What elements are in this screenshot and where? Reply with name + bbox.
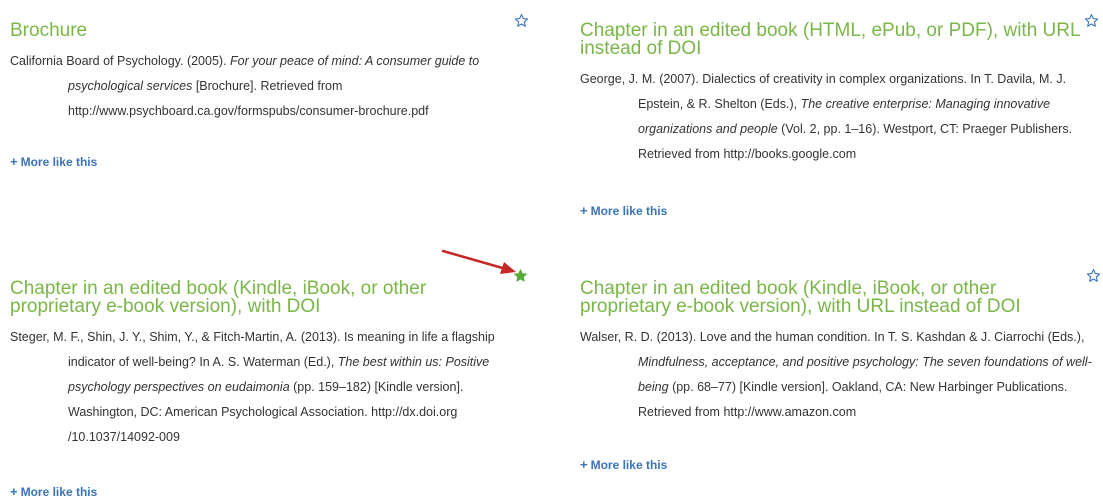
citation-details: (pp. 68–77) [Kindle version]. Oakland, C… xyxy=(638,380,1068,419)
citation-authors: Walser, R. D. (2013). Love and the human… xyxy=(580,330,1085,344)
more-like-this-label: More like this xyxy=(590,204,668,218)
citation-text: George, J. M. (2007). Dialectics of crea… xyxy=(580,67,1100,167)
favorite-star-icon[interactable] xyxy=(1086,268,1101,283)
citation-text: Walser, R. D. (2013). Love and the human… xyxy=(580,325,1100,425)
reference-card-chapter-kindle-doi: Chapter in an edited book (Kindle, iBook… xyxy=(10,278,530,499)
citation-authors: California Board of Psychology. (2005). xyxy=(10,54,231,68)
more-like-this-label: More like this xyxy=(590,458,668,472)
card-title: Brochure xyxy=(10,20,88,41)
plus-icon: + xyxy=(580,203,588,218)
reference-card-brochure: Brochure California Board of Psychology.… xyxy=(10,20,530,172)
plus-icon: + xyxy=(10,154,18,169)
more-like-this-link[interactable]: + More like this xyxy=(10,484,97,499)
plus-icon: + xyxy=(580,457,588,472)
card-title: Chapter in an edited book (Kindle, iBook… xyxy=(580,278,1021,317)
reference-card-chapter-html: Chapter in an edited book (HTML, ePub, o… xyxy=(580,20,1100,222)
more-like-this-label: More like this xyxy=(20,485,98,499)
plus-icon: + xyxy=(10,484,18,499)
card-title: Chapter in an edited book (Kindle, iBook… xyxy=(10,278,427,317)
citation-text: California Board of Psychology. (2005). … xyxy=(10,49,530,124)
more-like-this-label: More like this xyxy=(20,155,98,169)
more-like-this-link[interactable]: + More like this xyxy=(10,154,97,169)
favorite-star-icon[interactable] xyxy=(1084,13,1099,28)
reference-card-chapter-kindle-url: Chapter in an edited book (Kindle, iBook… xyxy=(580,278,1100,480)
annotation-arrow-icon xyxy=(441,249,516,274)
citation-text: Steger, M. F., Shin, J. Y., Shim, Y., & … xyxy=(10,325,530,450)
more-like-this-link[interactable]: + More like this xyxy=(580,457,667,472)
more-like-this-link[interactable]: + More like this xyxy=(580,203,667,218)
favorite-star-icon[interactable] xyxy=(514,13,529,28)
card-title: Chapter in an edited book (HTML, ePub, o… xyxy=(580,20,1080,59)
